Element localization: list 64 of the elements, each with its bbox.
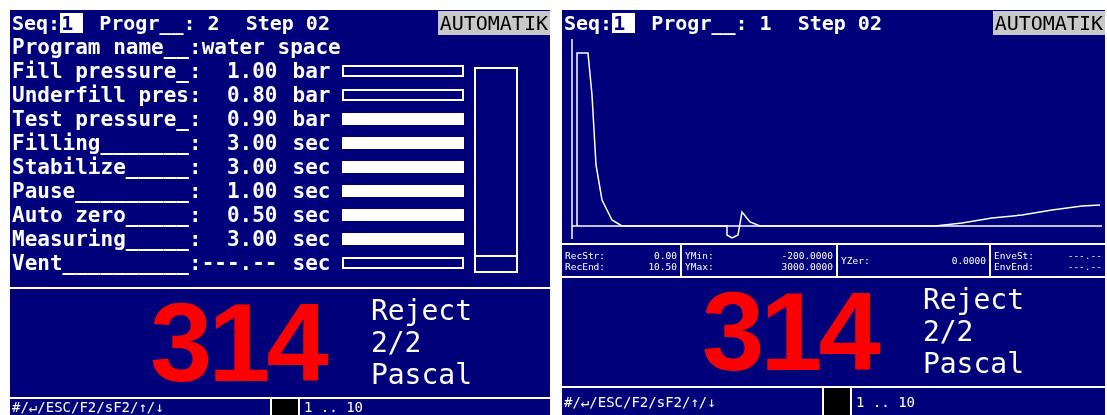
- parameter-label: Measuring_____:: [12, 227, 202, 251]
- range-text: 1 .. 10: [855, 393, 915, 410]
- stat-label: EnvEnd:: [994, 260, 1035, 272]
- parameter-unit: sec: [292, 131, 331, 155]
- parameter-unit: sec: [292, 155, 331, 179]
- parameter-label: Underfill pres:: [12, 83, 202, 107]
- stat-label: RecEnd:: [565, 260, 606, 272]
- parameter-value: 3.00: [225, 131, 278, 155]
- parameter-unit: sec: [292, 179, 331, 203]
- parameter-unit: sec: [292, 227, 331, 251]
- parameter-label: Filling_______:: [12, 131, 202, 155]
- parameter-value: 1.00: [225, 179, 278, 203]
- parameter-unit: sec: [292, 251, 331, 275]
- stat-value: 0.00: [654, 249, 677, 261]
- program-number: Progr__: 1: [651, 10, 772, 35]
- parameter-value: 0.90: [225, 107, 278, 131]
- parameter-value: 0.50: [225, 203, 278, 227]
- parameter-unit: bar: [292, 59, 331, 83]
- parameter-unit: bar: [292, 83, 331, 107]
- parameter-value: 3.00: [225, 155, 278, 179]
- mode-indicator: AUTOMATIK: [437, 10, 550, 35]
- result-text: Reject: [922, 284, 1025, 316]
- parameter-value: 1.00: [225, 59, 278, 83]
- program-number: Progr__: 2: [99, 10, 220, 35]
- parameter-value: ---.--: [201, 251, 278, 275]
- stat-value: 3000.0000: [781, 260, 833, 272]
- parameter-label: Vent__________:: [12, 251, 202, 275]
- step-number: Step 02: [245, 10, 330, 35]
- program-name: Program name__:water space: [11, 35, 342, 59]
- parameter-value: 3.00: [225, 227, 278, 251]
- stat-value: ---.--: [1067, 260, 1102, 272]
- result-text: Reject: [370, 295, 473, 327]
- parameter-value: 0.80: [225, 83, 278, 107]
- result-number: 314: [702, 286, 877, 378]
- stat-value: 0.0000: [951, 255, 986, 266]
- stat-value: -200.0000: [781, 249, 833, 261]
- parameter-label: Test pressure_:: [12, 107, 202, 131]
- result-text: Pascal: [370, 359, 473, 391]
- key-hints: #/↵/ESC/F2/sF2/↑/↓: [563, 393, 717, 410]
- parameter-unit: sec: [292, 203, 331, 227]
- stat-value: 10.50: [648, 260, 677, 272]
- seq-input-field[interactable]: 1: [60, 12, 84, 33]
- result-text: 2/2: [370, 327, 423, 359]
- result-text: Pascal: [922, 348, 1025, 380]
- parameter-unit: bar: [292, 107, 331, 131]
- stat-value: ---.--: [1067, 249, 1102, 261]
- parameter-label: Fill pressure_:: [12, 59, 202, 83]
- result-number: 314: [150, 297, 325, 389]
- stat-label: YMin:: [685, 249, 714, 261]
- stat-label: EnveSt:: [994, 249, 1035, 261]
- key-hints: #/↵/ESC/F2/sF2/↑/↓: [11, 399, 165, 415]
- parameter-label: Pause_________:: [12, 179, 202, 203]
- stat-label: RecStr:: [565, 249, 606, 261]
- mode-indicator: AUTOMATIK: [992, 10, 1105, 35]
- parameter-label: Auto zero_____:: [12, 203, 202, 227]
- parameter-label: Stabilize_____:: [12, 155, 202, 179]
- step-number: Step 02: [797, 10, 882, 35]
- stat-label: YZer:: [841, 255, 870, 266]
- result-text: 2/2: [922, 316, 975, 348]
- seq-label: Seq:: [564, 10, 613, 35]
- seq-input-field[interactable]: 1: [612, 12, 636, 33]
- stat-label: YMax:: [685, 260, 714, 272]
- seq-label: Seq:: [12, 10, 61, 35]
- range-text: 1 .. 10: [303, 399, 363, 415]
